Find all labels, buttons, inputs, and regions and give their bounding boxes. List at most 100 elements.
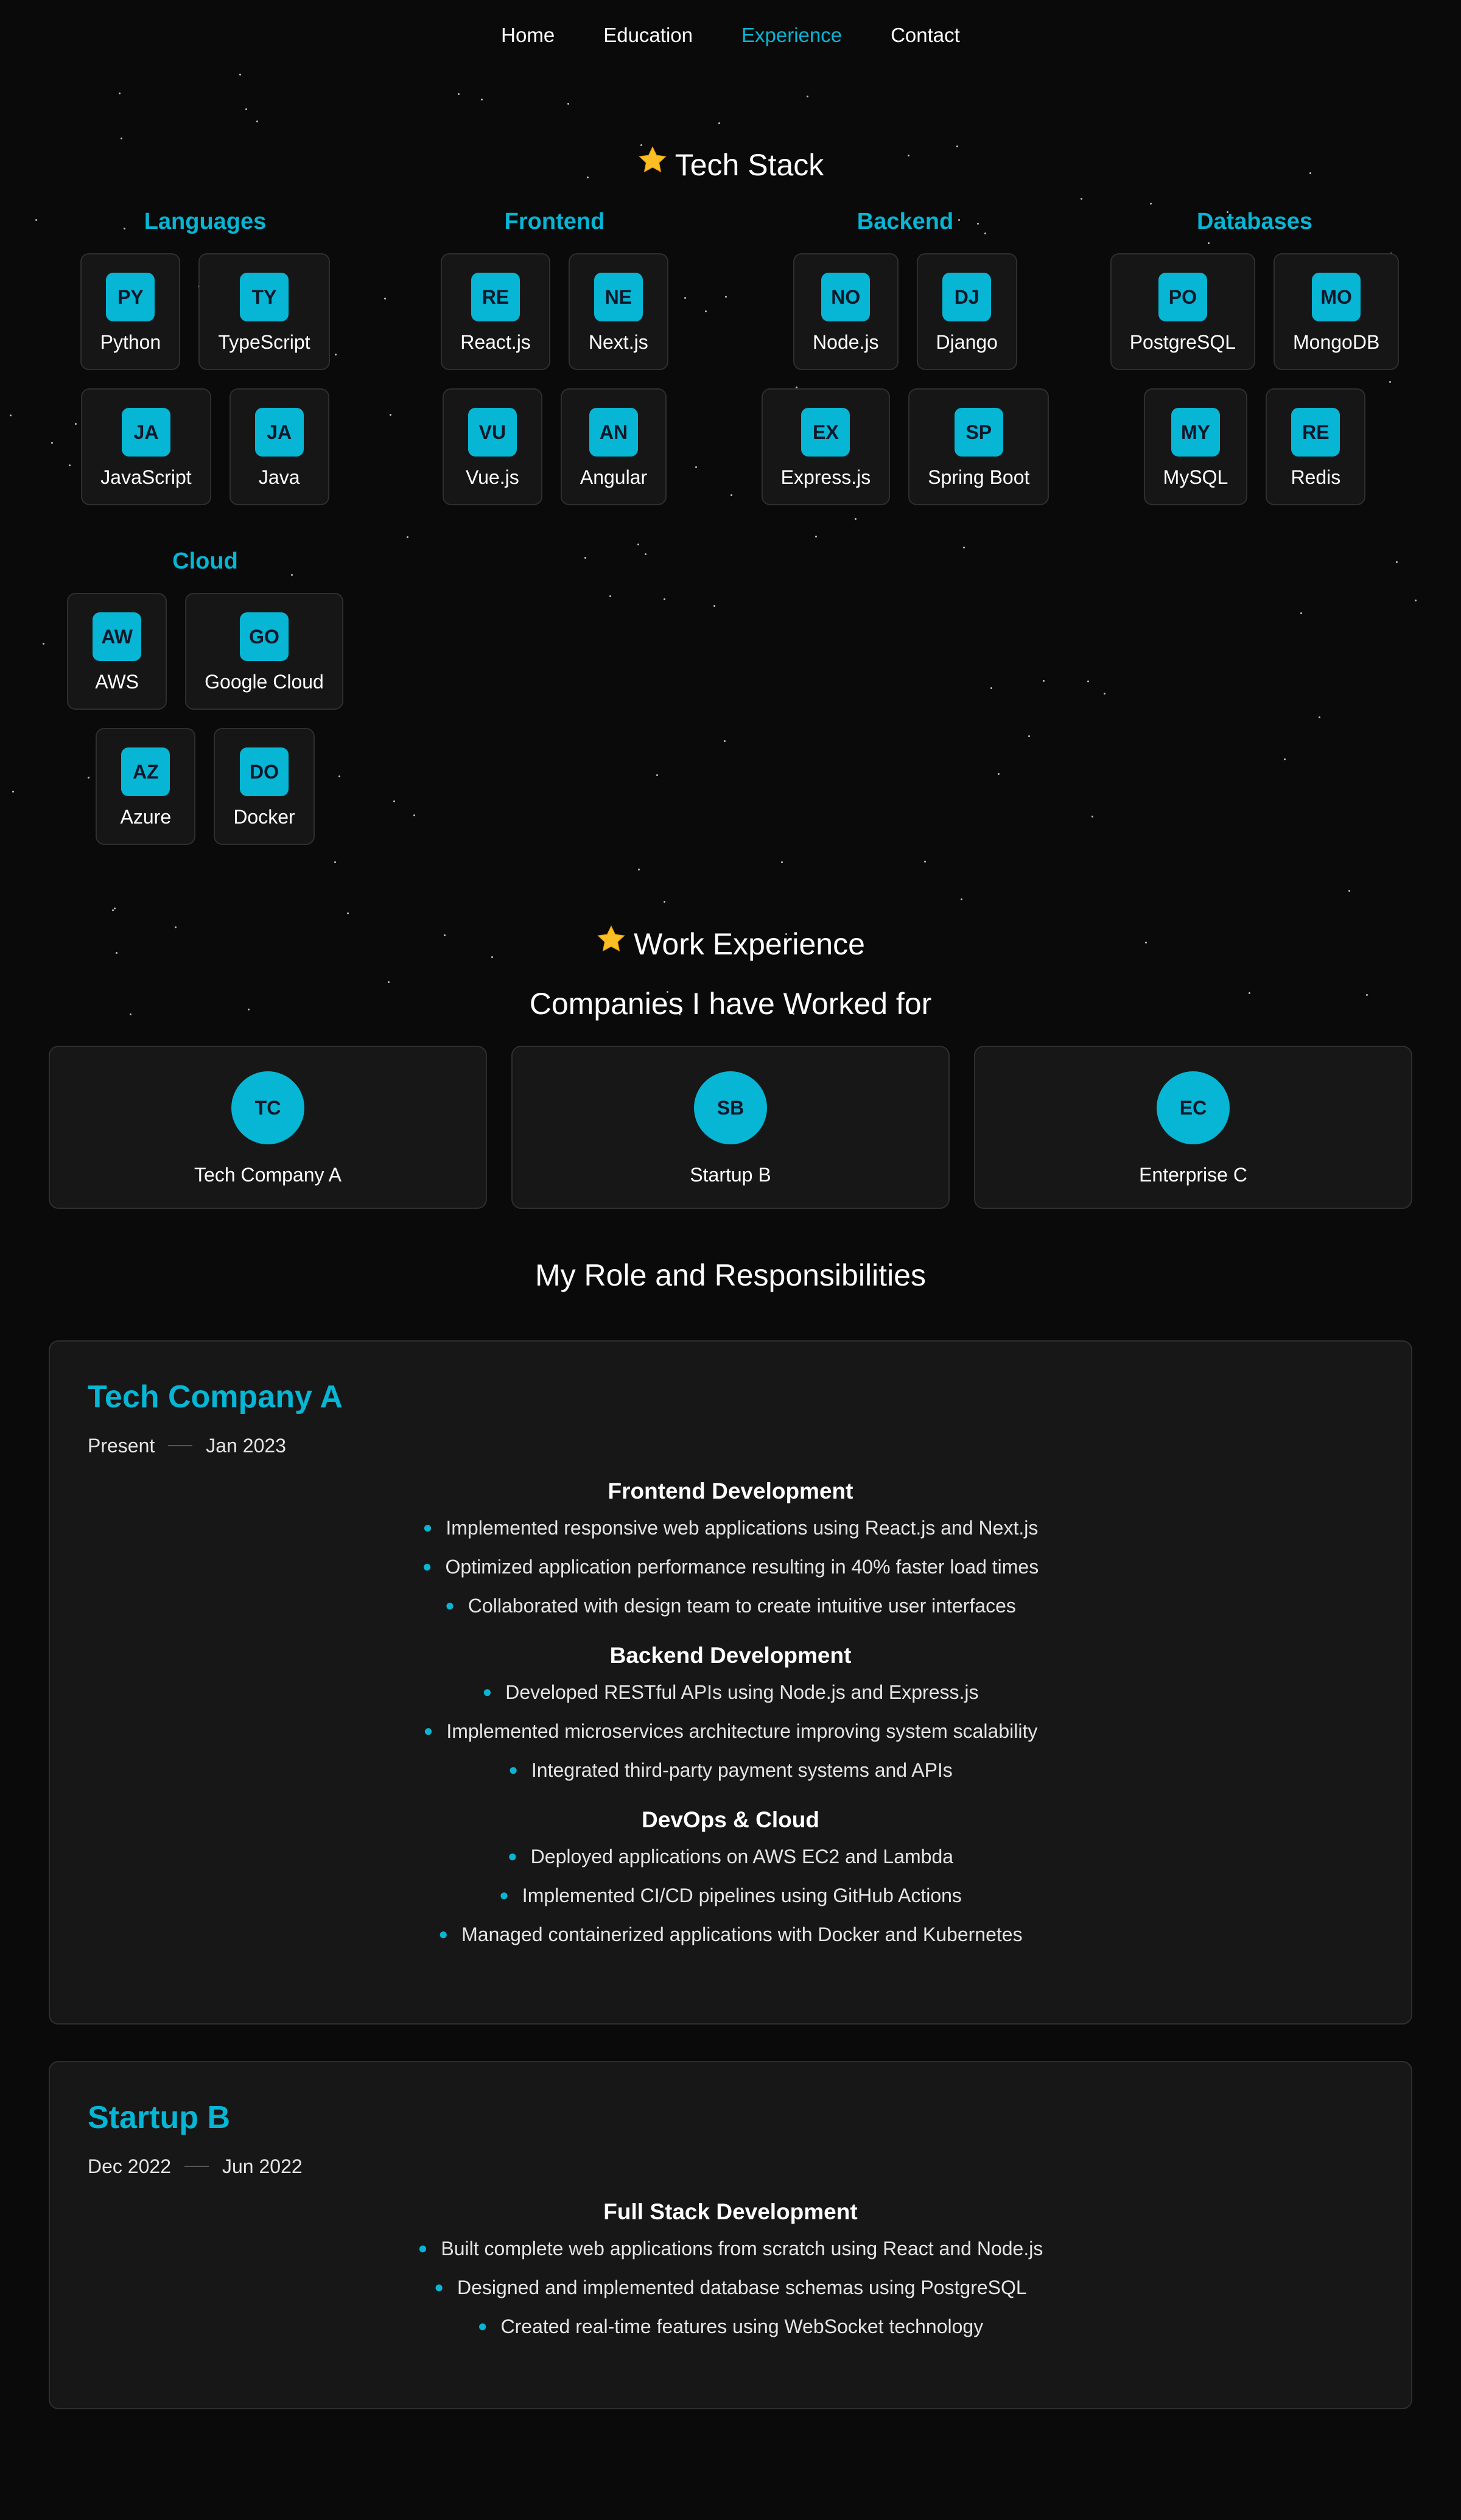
bullet-icon: ●: [418, 2239, 428, 2257]
tech-stack-title: Tech Stack: [674, 148, 824, 182]
experience-start-date: Present: [88, 1434, 155, 1457]
responsibility-section-title: Frontend Development: [608, 1479, 853, 1503]
tech-card-java: JA Java: [229, 388, 329, 505]
tech-label: Express.js: [780, 466, 871, 488]
tech-label: AWS: [95, 671, 139, 693]
responsibility-list: ● Deployed applications on AWS EC2 and La…: [88, 1837, 1373, 1954]
tech-badge: PO: [1158, 273, 1207, 321]
list-item: ● Created real-time features using WebSoc…: [477, 2315, 984, 2337]
tech-card-typescript: TY TypeScript: [198, 253, 330, 370]
company-card: EC Enterprise C: [974, 1046, 1412, 1209]
tech-card-vuejs: VU Vue.js: [442, 388, 542, 505]
experience-end-date: Jun 2022: [222, 2155, 303, 2177]
tech-badge: RE: [471, 273, 520, 321]
star-icon: [596, 924, 626, 962]
tech-card-azure: AZ Azure: [96, 728, 196, 845]
tech-badge: AW: [93, 612, 142, 661]
tech-badge: NO: [821, 273, 871, 321]
nav-home-link[interactable]: Home: [501, 24, 555, 47]
company-avatar: EC: [1157, 1071, 1230, 1144]
list-item: ● Developed RESTful APIs using Node.js an…: [482, 1681, 979, 1703]
tech-badge: DO: [239, 747, 289, 796]
responsibility-list: ● Implemented responsive web applications…: [88, 1508, 1373, 1625]
tech-badge: AN: [589, 408, 638, 457]
bullet-icon: ●: [499, 1886, 509, 1904]
tech-badge: EX: [801, 408, 850, 457]
tech-card-redis: RE Redis: [1266, 388, 1366, 505]
date-separator: [184, 2166, 209, 2167]
tech-stack-heading: Tech Stack: [0, 145, 1461, 183]
group-title: Databases: [1196, 209, 1313, 234]
tech-label: PostgreSQL: [1129, 331, 1236, 353]
list-item: ● Deployed applications on AWS EC2 and La…: [507, 1846, 954, 1867]
list-item: ● Implemented responsive web applications…: [422, 1517, 1039, 1539]
bullet-icon: ●: [477, 2317, 488, 2335]
tech-label: Google Cloud: [205, 671, 324, 693]
group-title: Backend: [857, 209, 954, 234]
company-card: SB Startup B: [511, 1046, 950, 1209]
tech-group-cloud: Cloud AW AWS GO Google Cloud AZ Azure DO Doc…: [47, 543, 363, 863]
tech-group-frontend: Frontend RE React.js NE Next.js VU Vue.js A…: [396, 203, 713, 523]
responsibility-section-title: Full Stack Development: [603, 2199, 858, 2224]
tech-card-nextjs: NE Next.js: [568, 253, 668, 370]
nav-education-link[interactable]: Education: [603, 24, 693, 47]
nav-contact-link[interactable]: Contact: [891, 24, 960, 47]
tech-badge: VU: [468, 408, 517, 457]
bullet-icon: ●: [508, 1760, 518, 1779]
company-card: TC Tech Company A: [49, 1046, 487, 1209]
tech-badge: JA: [254, 408, 304, 457]
companies-title: Companies I have Worked for: [529, 987, 932, 1021]
bullet-icon: ●: [434, 2278, 444, 2296]
work-experience-title: Work Experience: [634, 927, 865, 961]
responsibility-section-title: DevOps & Cloud: [642, 1807, 819, 1832]
company-name: Startup B: [690, 1164, 771, 1186]
group-title: Languages: [144, 209, 267, 234]
list-item: ● Collaborated with design team to create…: [445, 1595, 1016, 1617]
company-name: Enterprise C: [1139, 1164, 1247, 1186]
responsibility-list: ● Built complete web applications from sc…: [88, 2229, 1373, 2346]
list-item: ● Optimized application performance resul…: [422, 1556, 1039, 1578]
company-avatar: TC: [231, 1071, 304, 1144]
tech-label: Python: [100, 331, 161, 353]
tech-badge: SP: [954, 408, 1003, 457]
experience-card: Startup B Dec 2022 Jun 2022 Full Stack D…: [49, 2061, 1412, 2409]
experience-company: Tech Company A: [88, 1379, 343, 1415]
tech-label: Angular: [580, 466, 648, 488]
tech-card-reactjs: RE React.js: [441, 253, 550, 370]
bullet-icon: ●: [482, 1682, 492, 1701]
tech-label: Java: [258, 466, 300, 488]
tech-card-docker: DO Docker: [214, 728, 315, 845]
bullet-icon: ●: [423, 1721, 433, 1740]
tech-card-expressjs: EX Express.js: [761, 388, 891, 505]
experience-card: Tech Company A Present Jan 2023 Frontend…: [49, 1340, 1412, 2025]
bullet-icon: ●: [507, 1847, 517, 1865]
tech-badge: TY: [239, 273, 289, 321]
bullet-icon: ●: [422, 1518, 433, 1536]
tech-group-backend: Backend NO Node.js DJ Django EX Express.js …: [747, 203, 1063, 523]
tech-badge: NE: [594, 273, 643, 321]
nav-experience-link[interactable]: Experience: [741, 24, 842, 47]
tech-card-nodejs: NO Node.js: [793, 253, 899, 370]
list-item: ● Integrated third-party payment systems …: [508, 1759, 953, 1781]
tech-card-google-cloud: GO Google Cloud: [185, 593, 343, 710]
group-title: Frontend: [504, 209, 605, 234]
tech-label: TypeScript: [218, 331, 310, 353]
tech-badge: PY: [106, 273, 155, 321]
tech-badge: GO: [240, 612, 289, 661]
tech-card-python: PY Python: [80, 253, 181, 370]
tech-label: Azure: [120, 806, 172, 828]
tech-label: JavaScript: [100, 466, 192, 488]
tech-badge: RE: [1291, 408, 1340, 457]
tech-label: Next.js: [588, 331, 648, 353]
tech-label: Vue.js: [465, 466, 519, 488]
tech-group-languages: Languages PY Python TY TypeScript JA JavaSc…: [47, 203, 363, 523]
tech-card-mysql: MY MySQL: [1143, 388, 1248, 505]
list-item: ● Designed and implemented database schem…: [434, 2277, 1027, 2298]
list-item: ● Built complete web applications from sc…: [418, 2238, 1043, 2259]
list-item: ● Implemented CI/CD pipelines using GitHu…: [499, 1885, 962, 1906]
responsibility-list: ● Developed RESTful APIs using Node.js an…: [88, 1673, 1373, 1790]
bullet-icon: ●: [445, 1596, 455, 1614]
tech-badge: DJ: [942, 273, 992, 321]
tech-card-postgresql: PO PostgreSQL: [1110, 253, 1255, 370]
tech-card-mongodb: MO MongoDB: [1274, 253, 1400, 370]
